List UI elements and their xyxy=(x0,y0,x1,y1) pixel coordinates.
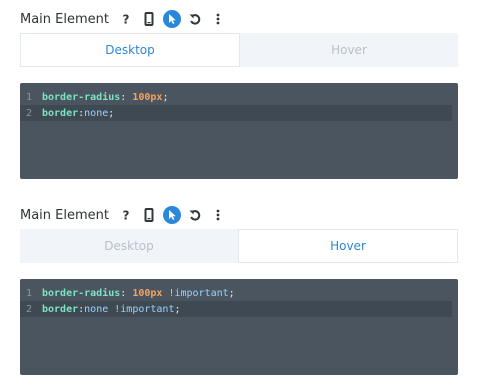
help-icon[interactable]: ? xyxy=(117,10,135,28)
svg-text:?: ? xyxy=(123,13,130,27)
line-number: 2 xyxy=(25,107,32,119)
line-number: 1 xyxy=(25,287,32,299)
mobile-icon[interactable] xyxy=(140,10,158,28)
section-header: Main Element ? xyxy=(20,204,460,226)
undo-icon[interactable] xyxy=(186,10,204,28)
code-line-active: 2 border:none; xyxy=(20,105,452,121)
section-header: Main Element ? xyxy=(20,8,460,30)
code-editor[interactable]: 1 border-radius: 100px; 2 border:none; xyxy=(20,83,458,179)
svg-text:?: ? xyxy=(123,209,130,223)
main-element-section-desktop: Main Element ? Desktop Hover 1 border-ra… xyxy=(20,8,460,179)
cursor-icon[interactable] xyxy=(163,10,181,28)
state-tabs: Desktop Hover xyxy=(20,229,458,263)
cursor-icon[interactable] xyxy=(163,206,181,224)
code-line-active: 2 border:none !important; xyxy=(20,301,452,317)
section-title: Main Element xyxy=(20,11,109,27)
code-line: 1 border-radius: 100px !important; xyxy=(20,285,458,301)
main-element-section-hover: Main Element ? Desktop Hover 1 border-ra… xyxy=(20,204,460,375)
mobile-icon[interactable] xyxy=(140,206,158,224)
section-title: Main Element xyxy=(20,207,109,223)
state-tabs: Desktop Hover xyxy=(20,33,458,67)
undo-icon[interactable] xyxy=(186,206,204,224)
help-icon[interactable]: ? xyxy=(117,206,135,224)
code-line: 1 border-radius: 100px; xyxy=(20,89,458,105)
code-editor[interactable]: 1 border-radius: 100px !important; 2 bor… xyxy=(20,279,458,375)
code-text: border-radius: 100px; xyxy=(42,91,169,103)
code-text: border:none; xyxy=(42,107,115,119)
tab-hover[interactable]: Hover xyxy=(238,229,458,263)
line-number: 1 xyxy=(25,91,32,103)
line-number: 2 xyxy=(25,303,32,315)
more-icon[interactable] xyxy=(209,10,227,28)
more-icon[interactable] xyxy=(209,206,227,224)
tab-hover[interactable]: Hover xyxy=(240,33,458,67)
tab-desktop[interactable]: Desktop xyxy=(20,229,238,263)
code-text: border-radius: 100px !important; xyxy=(42,287,235,299)
tab-desktop[interactable]: Desktop xyxy=(20,33,240,67)
code-text: border:none !important; xyxy=(42,303,181,315)
